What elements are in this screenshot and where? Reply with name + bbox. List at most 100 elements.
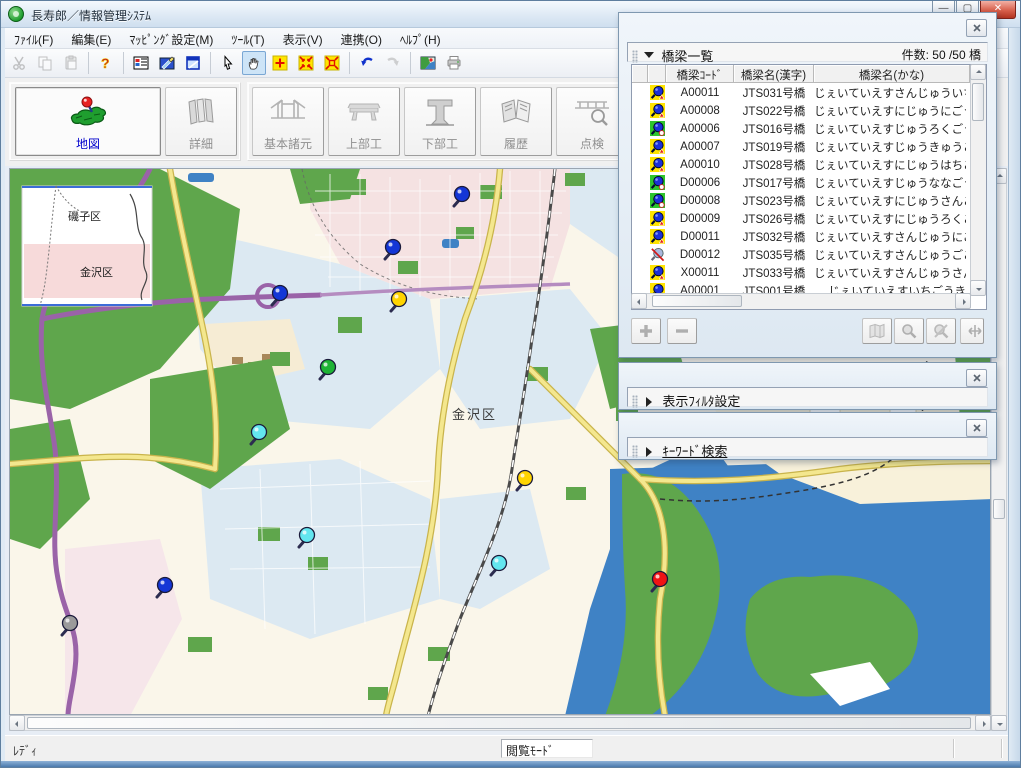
menu-item-5[interactable]: 連携(O): [332, 28, 391, 49]
bridge-list-toolbar: [631, 318, 984, 346]
add-button: [631, 318, 661, 344]
table-row[interactable]: A00008JTS022号橋じぇいていえすにじゅうにごう: [632, 101, 970, 119]
table-vertical-scrollbar[interactable]: [970, 65, 986, 295]
drag-grip[interactable]: [632, 50, 638, 63]
menu-item-3[interactable]: ﾂｰﾙ(T): [222, 28, 273, 49]
bridge-status-icon: [648, 264, 666, 280]
bridge-name: JTS022号橋: [734, 102, 814, 119]
column-header-1[interactable]: [648, 65, 666, 83]
horizontal-scroll-thumb[interactable]: [27, 717, 971, 729]
bridge-kana: じぇいていえすじゅうななごう: [814, 174, 966, 191]
nav-button-map[interactable]: 地図: [15, 87, 161, 156]
map-edit-icon[interactable]: [155, 51, 179, 75]
zoom-in-icon[interactable]: [268, 51, 292, 75]
bridge-list-window: 橋梁一覧 件数: 50 /50 橋 橋梁ｺｰﾄﾞ橋梁名(漢字)橋梁名(かな) A…: [618, 12, 997, 358]
toolbar-separator: [210, 52, 211, 74]
bridge-code: A00006: [666, 122, 734, 135]
bridge-status-icon: [648, 156, 666, 172]
row-select-cell: [632, 200, 648, 201]
undo-icon[interactable]: [355, 51, 379, 75]
pan-hand-icon[interactable]: [242, 51, 266, 75]
table-row[interactable]: A00007JTS019号橋じぇいていえすじゅうきゅうご: [632, 137, 970, 155]
bridge-status-icon: [648, 228, 666, 244]
column-header-3[interactable]: 橋梁名(漢字): [734, 65, 814, 83]
drag-grip[interactable]: [632, 445, 638, 458]
bridge-list-header[interactable]: 橋梁一覧 件数: 50 /50 橋: [627, 42, 988, 62]
table-row[interactable]: A00006JTS016号橋じぇいていえすじゅうろくごう: [632, 119, 970, 137]
drag-grip[interactable]: [632, 395, 638, 408]
keyword-title[interactable]: ｷｰﾜｰﾄﾞ検索: [662, 444, 727, 459]
column-header-2[interactable]: 橋梁ｺｰﾄﾞ: [666, 65, 734, 83]
nav-button-details: 詳細: [165, 87, 237, 156]
help-icon[interactable]: ?: [94, 51, 118, 75]
keyword-close-button[interactable]: [966, 419, 987, 437]
scroll-up-button[interactable]: [970, 64, 986, 80]
menu-item-0[interactable]: ﾌｧｲﾙ(F): [5, 28, 62, 49]
menu-item-4[interactable]: 表示(V): [274, 28, 332, 49]
table-row[interactable]: D00006JTS017号橋じぇいていえすじゅうななごう: [632, 173, 970, 191]
map-horizontal-scrollbar[interactable]: [9, 715, 991, 731]
table-row[interactable]: D00011JTS032号橋じぇいていえすさんじゅうにご: [632, 227, 970, 245]
row-select-cell: [632, 254, 648, 255]
menu-item-2[interactable]: ﾏｯﾋﾟﾝｸﾞ設定(M): [120, 28, 222, 49]
expand-arrow-icon[interactable]: [646, 397, 657, 407]
remove-button: [667, 318, 697, 344]
bridge-list-close-button[interactable]: [966, 19, 987, 37]
find-button: [894, 318, 924, 344]
collapse-arrow-icon[interactable]: [644, 52, 654, 63]
bridge-table: 橋梁ｺｰﾄﾞ橋梁名(漢字)橋梁名(かな) A00011JTS031号橋じぇいてい…: [631, 64, 987, 310]
status-separator: [1001, 739, 1003, 758]
scroll-right-button[interactable]: [975, 715, 991, 731]
select-arrow-icon[interactable]: [216, 51, 240, 75]
horizontal-scroll-thumb[interactable]: [652, 295, 742, 307]
center-button: [960, 318, 984, 344]
window-title: 長寿郎／情報管理ｼｽﾃﾑ: [31, 7, 151, 24]
bridge-name: JTS032号橋: [734, 228, 814, 245]
table-row[interactable]: D00012JTS035号橋じぇいていえすさんじゅうごご: [632, 245, 970, 263]
scroll-down-button[interactable]: [991, 715, 1007, 731]
scroll-right-button[interactable]: [955, 293, 971, 309]
new-window-icon[interactable]: [181, 51, 205, 75]
print-icon[interactable]: [442, 51, 466, 75]
filter-header[interactable]: 表示ﾌｨﾙﾀ設定: [627, 387, 988, 407]
scroll-left-button[interactable]: [9, 715, 25, 731]
table-row[interactable]: X00011JTS033号橋じぇいていえすさんじゅうさんこ: [632, 263, 970, 281]
table-horizontal-scrollbar[interactable]: [632, 293, 970, 309]
row-select-cell: [632, 272, 648, 273]
vertical-scroll-thumb[interactable]: [993, 499, 1005, 519]
bridge-kana: じぇいていえすさんじゅうさんこ: [814, 264, 966, 281]
status-mode-box: 閲覧ﾓｰﾄﾞ: [501, 739, 593, 758]
minimap[interactable]: 磯子区 金沢区: [22, 186, 152, 306]
toolbar-separator: [410, 52, 411, 74]
table-row[interactable]: D00008JTS023号橋じぇいていえすにじゅうさんご: [632, 191, 970, 209]
column-header-0[interactable]: [632, 65, 648, 83]
expand-arrow-icon[interactable]: [646, 447, 657, 457]
overview-map-icon[interactable]: [416, 51, 440, 75]
menu-item-1[interactable]: 編集(E): [62, 28, 120, 49]
toolbar-separator: [349, 52, 350, 74]
bridge-name: JTS031号橋: [734, 84, 814, 101]
scroll-down-button[interactable]: [970, 280, 986, 296]
legend-icon[interactable]: [129, 51, 153, 75]
bridge-code: A00011: [666, 86, 734, 99]
keyword-header[interactable]: ｷｰﾜｰﾄﾞ検索: [627, 437, 988, 457]
column-header-4[interactable]: 橋梁名(かな): [814, 65, 970, 83]
row-select-cell: [632, 146, 648, 147]
bridge-code: D00011: [666, 230, 734, 243]
zoom-fit-icon[interactable]: [294, 51, 318, 75]
bridge-status-icon: [648, 138, 666, 154]
bridge-kana: じぇいていえすじゅうきゅうご: [814, 138, 966, 155]
nav-button-history: 履歴: [480, 87, 552, 156]
zoom-extent-icon[interactable]: [320, 51, 344, 75]
bridge-status-icon: [648, 102, 666, 118]
row-select-cell: [632, 236, 648, 237]
table-row[interactable]: D00009JTS026号橋じぇいていえすにじゅうろくご: [632, 209, 970, 227]
scroll-left-button[interactable]: [631, 293, 647, 309]
vertical-scroll-thumb[interactable]: [972, 83, 984, 121]
window-frame-bottom: [1, 761, 1021, 768]
table-row[interactable]: A00011JTS031号橋じぇいていえすさんじゅういちご: [632, 83, 970, 101]
filter-close-button[interactable]: [966, 369, 987, 387]
menu-item-6[interactable]: ﾍﾙﾌﾟ(H): [391, 28, 450, 49]
window-frame-left: [1, 28, 5, 761]
table-row[interactable]: A00010JTS028号橋じぇいていえすにじゅうはちご: [632, 155, 970, 173]
